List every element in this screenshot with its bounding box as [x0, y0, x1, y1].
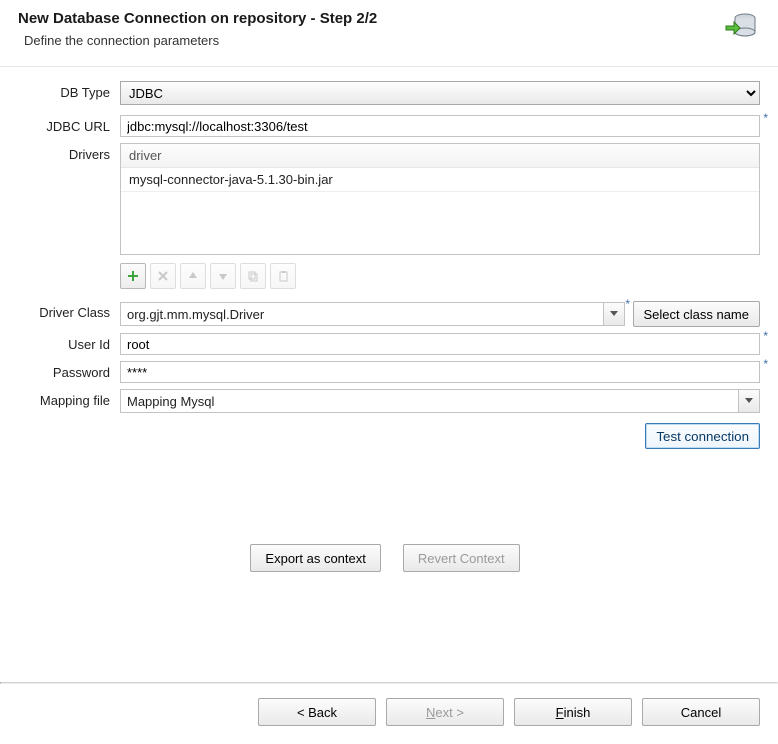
drivers-toolbar [120, 263, 760, 289]
back-button[interactable]: < Back [258, 698, 376, 726]
add-driver-button[interactable] [120, 263, 146, 289]
wizard-subtitle: Define the connection parameters [24, 33, 377, 48]
required-marker: * [763, 111, 768, 125]
dbtype-select[interactable]: JDBC [120, 81, 760, 105]
drivers-list[interactable]: driver mysql-connector-java-5.1.30-bin.j… [120, 143, 760, 255]
paste-button[interactable] [270, 263, 296, 289]
export-context-button[interactable]: Export as context [250, 544, 380, 572]
userid-label: User Id [10, 333, 120, 352]
mappingfile-value: Mapping Mysql [121, 394, 738, 409]
test-connection-button[interactable]: Test connection [645, 423, 760, 449]
driver-row[interactable]: mysql-connector-java-5.1.30-bin.jar [121, 168, 759, 192]
mappingfile-combo[interactable]: Mapping Mysql [120, 389, 760, 413]
remove-driver-button[interactable] [150, 263, 176, 289]
jdbcurl-input[interactable] [120, 115, 760, 137]
drivers-label: Drivers [10, 143, 120, 162]
driverclass-label: Driver Class [10, 301, 120, 320]
mappingfile-label: Mapping file [10, 389, 120, 408]
wizard-footer: < Back Next > Finish Cancel [0, 684, 778, 744]
wizard-title: New Database Connection on repository - … [18, 10, 377, 27]
driverclass-value: org.gjt.mm.mysql.Driver [121, 307, 603, 322]
required-marker: * [625, 297, 630, 311]
driverclass-combo[interactable]: org.gjt.mm.mysql.Driver [120, 302, 625, 326]
move-down-button[interactable] [210, 263, 236, 289]
move-up-button[interactable] [180, 263, 206, 289]
required-marker: * [763, 357, 768, 371]
revert-context-button: Revert Context [403, 544, 520, 572]
cancel-button[interactable]: Cancel [642, 698, 760, 726]
finish-button[interactable]: Finish [514, 698, 632, 726]
copy-button[interactable] [240, 263, 266, 289]
database-icon [724, 12, 758, 45]
next-button: Next > [386, 698, 504, 726]
jdbcurl-label: JDBC URL [10, 115, 120, 134]
wizard-header: New Database Connection on repository - … [0, 0, 778, 67]
required-marker: * [763, 329, 768, 343]
dbtype-label: DB Type [10, 81, 120, 100]
chevron-down-icon[interactable] [603, 303, 624, 325]
password-input[interactable] [120, 361, 760, 383]
userid-input[interactable] [120, 333, 760, 355]
chevron-down-icon[interactable] [738, 390, 759, 412]
select-class-button[interactable]: Select class name [633, 301, 761, 327]
drivers-column-header: driver [121, 144, 759, 168]
password-label: Password [10, 361, 120, 380]
